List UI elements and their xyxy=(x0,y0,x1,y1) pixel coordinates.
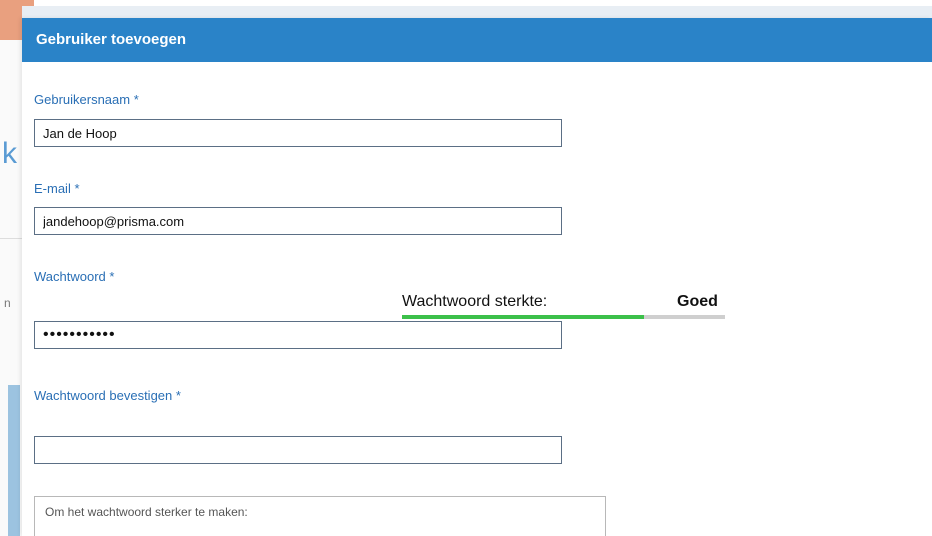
email-input[interactable] xyxy=(34,207,562,235)
dialog-top-strip xyxy=(22,6,932,18)
background-partial-text: k xyxy=(2,137,17,170)
add-user-dialog: Gebruiker toevoegen Gebruikersnaam * E-m… xyxy=(22,18,932,536)
background-blue-strip xyxy=(8,385,20,536)
password-strength-fill xyxy=(402,315,645,319)
password-strength-label: Wachtwoord sterkte: xyxy=(402,293,548,310)
confirm-password-label: Wachtwoord bevestigen * xyxy=(34,388,181,403)
username-label: Gebruikersnaam * xyxy=(34,92,139,107)
email-label: E-mail * xyxy=(34,181,80,196)
confirm-password-input[interactable] xyxy=(34,436,562,464)
password-hint-box: Om het wachtwoord sterker te maken: xyxy=(34,496,606,536)
dialog-header: Gebruiker toevoegen xyxy=(22,18,932,62)
background-divider xyxy=(0,238,22,239)
password-input[interactable] xyxy=(34,321,562,349)
dialog-title: Gebruiker toevoegen xyxy=(36,31,187,48)
password-strength-value: Goed xyxy=(677,293,718,310)
password-strength-meter xyxy=(402,315,725,319)
password-label: Wachtwoord * xyxy=(34,269,115,284)
background-partial-text-2: n xyxy=(4,296,11,310)
username-input[interactable] xyxy=(34,119,562,147)
password-hint-text: Om het wachtwoord sterker te maken: xyxy=(45,505,248,519)
